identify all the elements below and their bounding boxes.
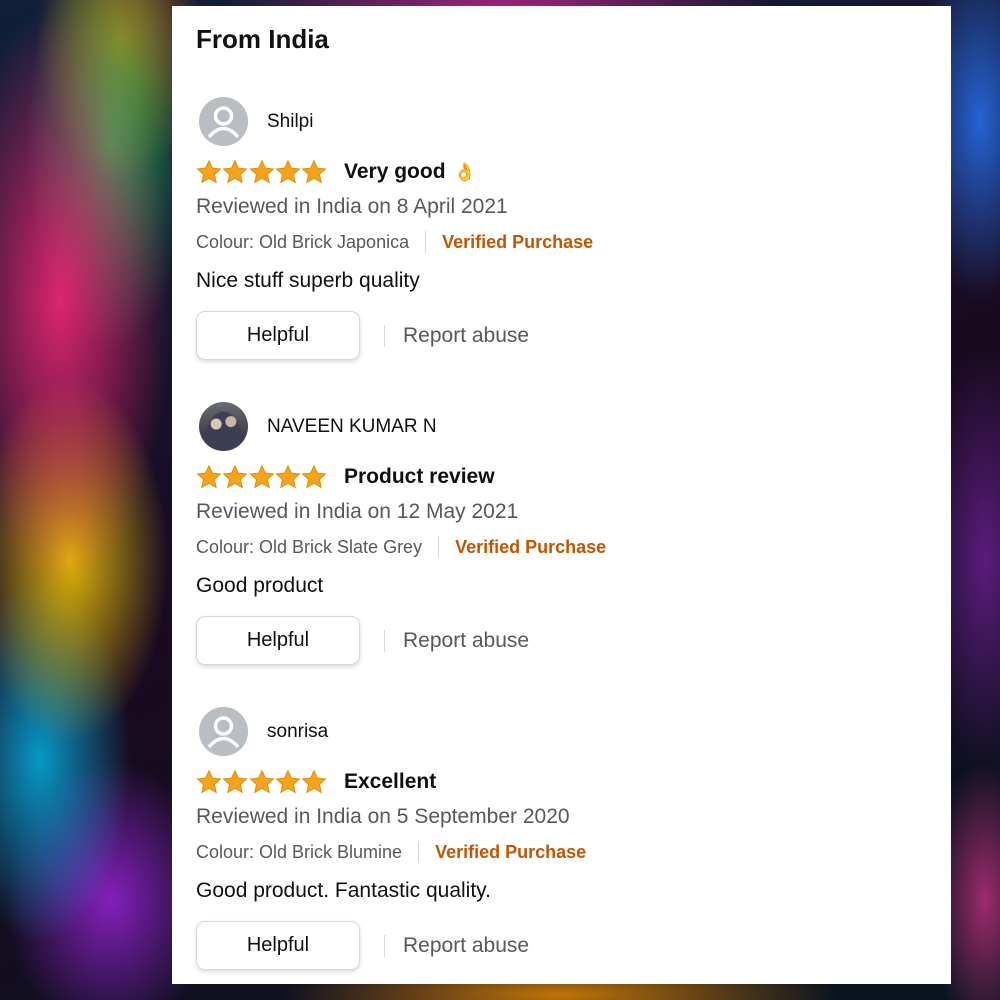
divider xyxy=(418,841,420,863)
star-icon xyxy=(222,464,248,489)
star-icon xyxy=(275,159,301,184)
ok-hand-emoji: 👌 xyxy=(453,162,476,182)
reviewer-name[interactable]: NAVEEN KUMAR N xyxy=(267,416,437,438)
reviewer-name[interactable]: sonrisa xyxy=(267,721,328,743)
review-title[interactable]: Very good 👌 xyxy=(344,160,476,184)
divider xyxy=(384,630,385,652)
report-abuse-link[interactable]: Report abuse xyxy=(403,934,529,958)
star-icon xyxy=(222,769,248,794)
star-icon xyxy=(301,159,327,184)
review-item: Shilpi Very good 👌 Reviewed in India on 8… xyxy=(196,97,926,377)
star-rating[interactable] xyxy=(196,159,327,185)
section-heading: From India xyxy=(196,24,329,54)
colour-variant[interactable]: Colour: Old Brick Japonica xyxy=(196,232,409,253)
report-abuse-link[interactable]: Report abuse xyxy=(403,324,529,348)
helpful-button[interactable]: Helpful xyxy=(196,311,360,360)
review-body: Nice stuff superb quality xyxy=(196,269,420,292)
report-abuse-link[interactable]: Report abuse xyxy=(403,629,529,653)
verified-purchase-badge: Verified Purchase xyxy=(435,841,587,862)
star-icon xyxy=(248,769,275,794)
review-body: Good product. Fantastic quality. xyxy=(196,879,491,902)
review-title[interactable]: Excellent xyxy=(344,770,436,794)
divider xyxy=(438,536,440,558)
divider xyxy=(425,231,427,253)
star-icon xyxy=(196,464,222,489)
star-icon xyxy=(301,769,327,794)
star-rating[interactable] xyxy=(196,769,327,795)
helpful-button[interactable]: Helpful xyxy=(196,616,360,665)
review-body: Good product xyxy=(196,574,324,597)
default-avatar-icon xyxy=(199,97,248,146)
star-icon xyxy=(222,159,248,184)
review-title-text: Very good xyxy=(344,160,446,183)
star-icon xyxy=(275,769,301,794)
review-meta: Colour: Old Brick Slate Grey Verified Pu… xyxy=(196,536,606,558)
review-item: NAVEEN KUMAR N Product review Reviewed i… xyxy=(196,402,926,682)
default-avatar-icon xyxy=(199,707,248,756)
star-icon xyxy=(196,159,222,184)
review-meta: Colour: Old Brick Blumine Verified Purch… xyxy=(196,841,586,863)
review-date: Reviewed in India on 12 May 2021 xyxy=(196,500,519,523)
helpful-button[interactable]: Helpful xyxy=(196,921,360,970)
star-icon xyxy=(275,464,301,489)
review-meta: Colour: Old Brick Japonica Verified Purc… xyxy=(196,231,593,253)
colour-variant[interactable]: Colour: Old Brick Blumine xyxy=(196,842,402,863)
star-rating[interactable] xyxy=(196,464,327,490)
review-title[interactable]: Product review xyxy=(344,465,495,489)
verified-purchase-badge: Verified Purchase xyxy=(442,231,594,252)
review-date: Reviewed in India on 8 April 2021 xyxy=(196,195,508,218)
star-icon xyxy=(196,769,222,794)
divider xyxy=(384,325,385,347)
reviews-panel: From India Shilpi Very good 👌 Reviewed in… xyxy=(172,6,951,984)
review-date: Reviewed in India on 5 September 2020 xyxy=(196,805,570,828)
star-icon xyxy=(248,159,275,184)
review-item: sonrisa Excellent Reviewed in India on 5… xyxy=(196,707,926,987)
star-icon xyxy=(248,464,275,489)
verified-purchase-badge: Verified Purchase xyxy=(455,536,607,557)
divider xyxy=(384,935,385,957)
colour-variant[interactable]: Colour: Old Brick Slate Grey xyxy=(196,537,422,558)
star-icon xyxy=(301,464,327,489)
reviewer-name[interactable]: Shilpi xyxy=(267,111,313,133)
user-photo-avatar xyxy=(199,402,248,451)
